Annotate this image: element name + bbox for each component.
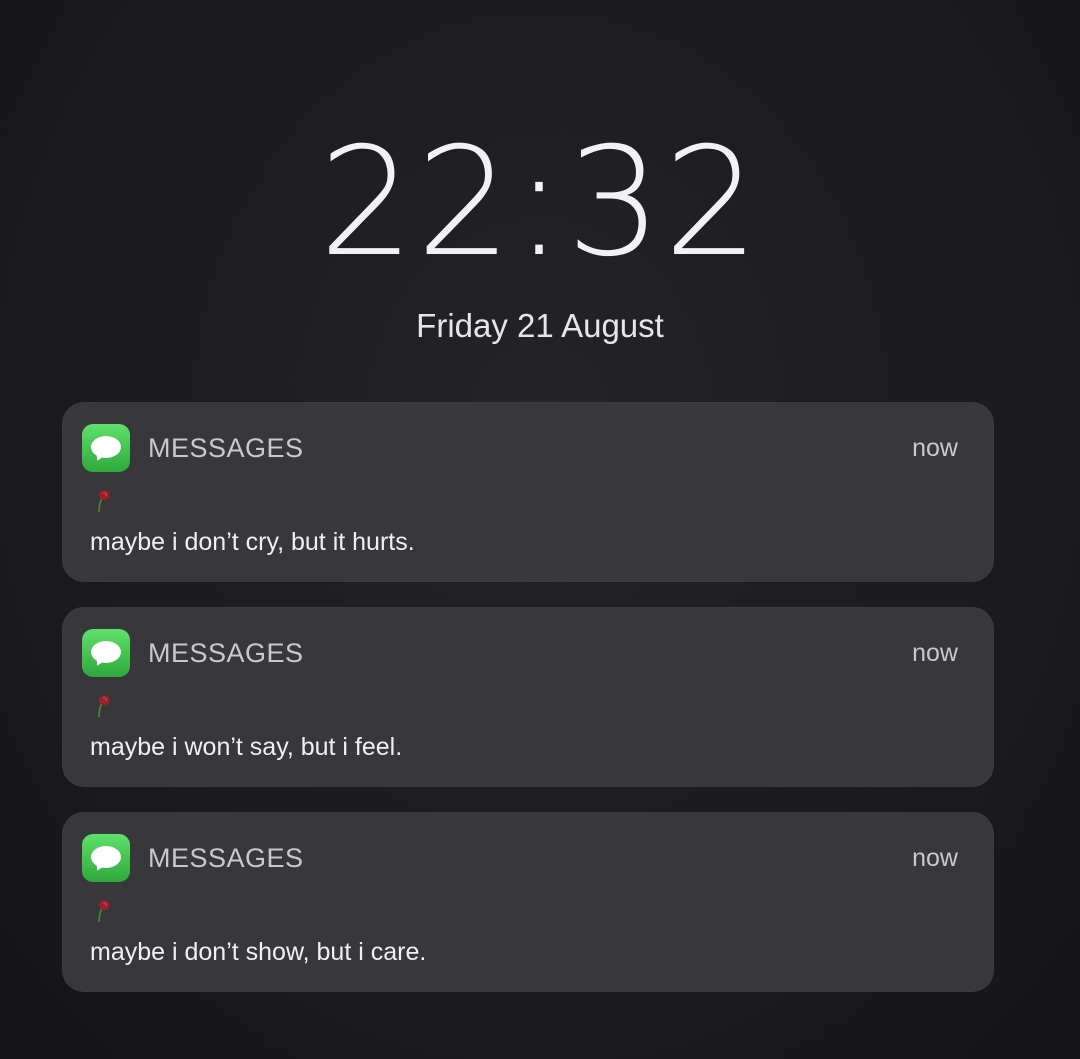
notification-list: MESSAGES now maybe i don’t cry, but it h… <box>62 402 994 1017</box>
notification-app-name: MESSAGES <box>148 433 304 463</box>
notification-app-name: MESSAGES <box>148 638 304 668</box>
rose-emoji-icon <box>98 695 110 718</box>
notification-message: maybe i don’t show, but i care. <box>90 938 427 966</box>
notification-app-name: MESSAGES <box>148 843 304 873</box>
notification-card[interactable]: MESSAGES now maybe i don’t show, but i c… <box>62 812 994 992</box>
rose-emoji-icon <box>98 900 110 923</box>
messages-icon <box>82 834 130 882</box>
notification-message: maybe i don’t cry, but it hurts. <box>90 528 415 556</box>
notification-card[interactable]: MESSAGES now maybe i won’t say, but i fe… <box>62 607 994 787</box>
messages-icon <box>82 424 130 472</box>
notification-time: now <box>912 639 958 667</box>
rose-emoji-icon <box>98 490 110 513</box>
notification-card[interactable]: MESSAGES now maybe i don’t cry, but it h… <box>62 402 994 582</box>
lock-screen-clock: 22:32 <box>318 116 762 290</box>
notification-message: maybe i won’t say, but i feel. <box>90 733 403 761</box>
lock-screen-date: Friday 21 August <box>416 307 664 344</box>
notification-time: now <box>912 844 958 872</box>
messages-icon <box>82 629 130 677</box>
notification-time: now <box>912 434 958 462</box>
